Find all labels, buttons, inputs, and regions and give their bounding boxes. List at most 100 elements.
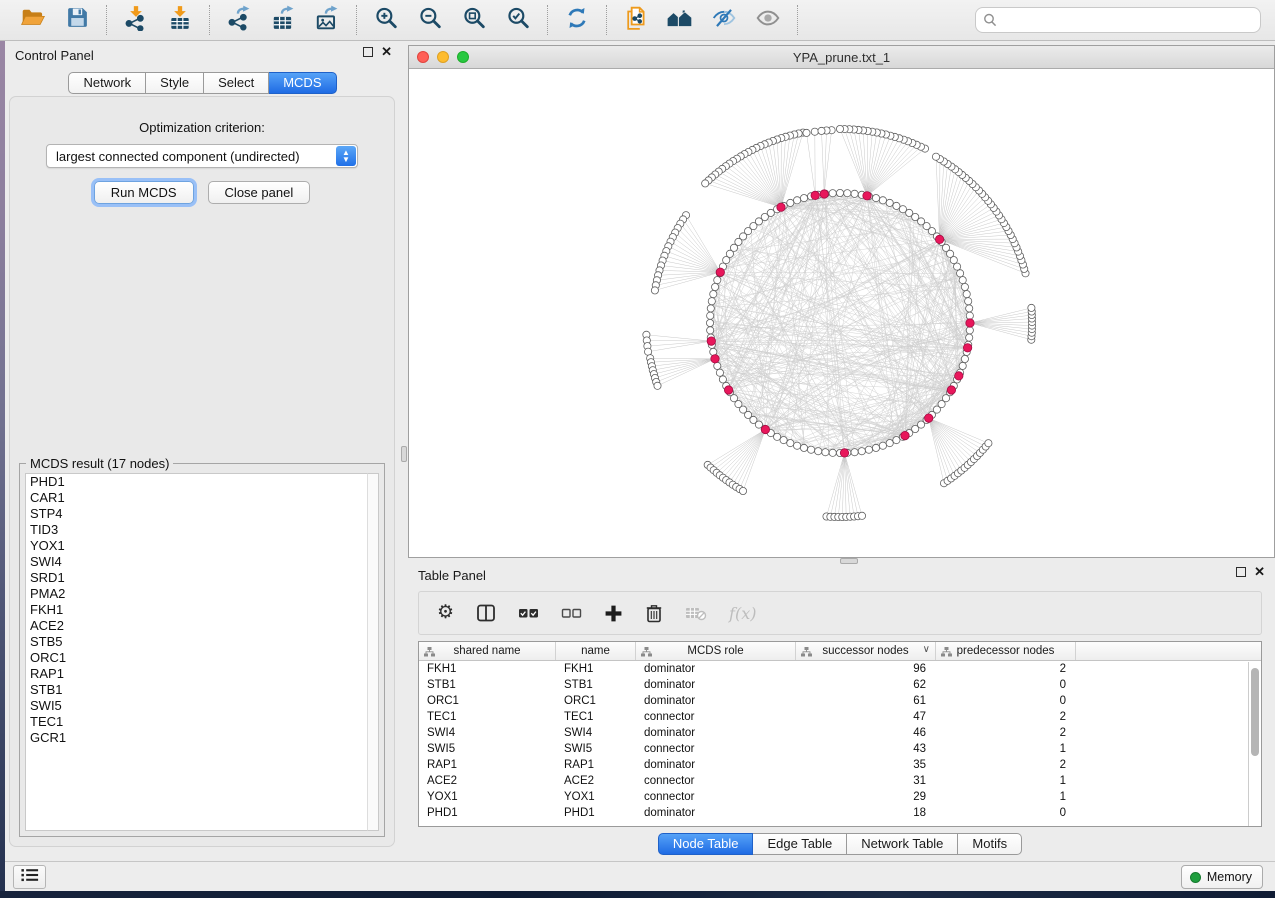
table-row[interactable]: FKH1FKH1dominator962	[419, 661, 1261, 677]
zoom-selected-button[interactable]	[502, 4, 534, 36]
close-panel-button[interactable]: Close panel	[208, 181, 311, 204]
table-cell[interactable]: STB1	[419, 677, 556, 693]
table-cell[interactable]: dominator	[636, 677, 796, 693]
delete-column-icon[interactable]	[645, 603, 663, 623]
mcds-result-item[interactable]: PHD1	[26, 474, 378, 490]
table-cell[interactable]: dominator	[636, 661, 796, 677]
network-window-titlebar[interactable]: YPA_prune.txt_1	[409, 46, 1274, 69]
mcds-result-scrollbar[interactable]	[367, 473, 379, 831]
table-cell[interactable]: 2	[936, 757, 1076, 773]
tab-node-table[interactable]: Node Table	[658, 833, 754, 855]
table-cell[interactable]: dominator	[636, 725, 796, 741]
table-cell[interactable]: PHD1	[419, 805, 556, 821]
table-row[interactable]: STB1STB1dominator620	[419, 677, 1261, 693]
table-cell[interactable]: dominator	[636, 805, 796, 821]
mcds-result-item[interactable]: SWI5	[26, 698, 378, 714]
mcds-result-item[interactable]: SRD1	[26, 570, 378, 586]
table-scrollbar-thumb[interactable]	[1251, 668, 1259, 756]
column-header-MCDS-role[interactable]: MCDS role	[636, 642, 796, 660]
table-cell[interactable]: RAP1	[419, 757, 556, 773]
tab-motifs[interactable]: Motifs	[958, 833, 1022, 855]
mcds-result-item[interactable]: GCR1	[26, 730, 378, 746]
mcds-result-item[interactable]: SWI4	[26, 554, 378, 570]
mcds-result-item[interactable]: FKH1	[26, 602, 378, 618]
mcds-result-item[interactable]: ORC1	[26, 650, 378, 666]
network-from-file-button[interactable]	[620, 4, 652, 36]
table-cell[interactable]: ORC1	[419, 693, 556, 709]
table-row[interactable]: ORC1ORC1dominator610	[419, 693, 1261, 709]
table-cell[interactable]: 0	[936, 677, 1076, 693]
export-table-button[interactable]	[267, 4, 299, 36]
mcds-result-item[interactable]: STP4	[26, 506, 378, 522]
table-cell[interactable]: ORC1	[556, 693, 636, 709]
table-row[interactable]: ACE2ACE2connector311	[419, 773, 1261, 789]
table-cell[interactable]: 31	[796, 773, 936, 789]
table-cell[interactable]: ACE2	[556, 773, 636, 789]
table-cell[interactable]: FKH1	[419, 661, 556, 677]
table-cell[interactable]: FKH1	[556, 661, 636, 677]
table-cell[interactable]: 1	[936, 789, 1076, 805]
table-cell[interactable]: SWI5	[419, 741, 556, 757]
show-columns-icon[interactable]	[518, 605, 539, 621]
import-table-button[interactable]	[164, 4, 196, 36]
splitter-handle-icon[interactable]	[401, 446, 407, 462]
table-cell[interactable]: 96	[796, 661, 936, 677]
mcds-result-item[interactable]: STB5	[26, 634, 378, 650]
table-row[interactable]: SWI5SWI5connector431	[419, 741, 1261, 757]
mcds-result-item[interactable]: STB1	[26, 682, 378, 698]
table-panel-splitter-handle[interactable]	[840, 558, 858, 564]
table-cell[interactable]: YOX1	[556, 789, 636, 805]
table-cell[interactable]: 61	[796, 693, 936, 709]
tab-network[interactable]: Network	[68, 72, 146, 94]
column-header-successor-nodes[interactable]: successor nodes∨	[796, 642, 936, 660]
mcds-result-item[interactable]: TEC1	[26, 714, 378, 730]
table-cell[interactable]: 0	[936, 805, 1076, 821]
table-cell[interactable]: connector	[636, 709, 796, 725]
run-mcds-button[interactable]: Run MCDS	[94, 181, 194, 204]
search-input[interactable]	[975, 7, 1261, 33]
table-cell[interactable]: 47	[796, 709, 936, 725]
table-cell[interactable]: dominator	[636, 693, 796, 709]
export-network-button[interactable]	[223, 4, 255, 36]
memory-button[interactable]: Memory	[1181, 865, 1263, 889]
table-row[interactable]: YOX1YOX1connector291	[419, 789, 1261, 805]
table-cell[interactable]: 1	[936, 773, 1076, 789]
table-cell[interactable]: 2	[936, 661, 1076, 677]
optimization-criterion-dropdown[interactable]: largest connected component (undirected)…	[46, 144, 358, 168]
mcds-result-item[interactable]: YOX1	[26, 538, 378, 554]
table-cell[interactable]: TEC1	[419, 709, 556, 725]
import-network-button[interactable]	[120, 4, 152, 36]
table-cell[interactable]: STB1	[556, 677, 636, 693]
add-column-icon[interactable]	[604, 604, 623, 623]
table-row[interactable]: PHD1PHD1dominator180	[419, 805, 1261, 821]
table-cell[interactable]: connector	[636, 741, 796, 757]
mcds-result-item[interactable]: RAP1	[26, 666, 378, 682]
apply-layout-button[interactable]	[561, 4, 593, 36]
tab-edge-table[interactable]: Edge Table	[753, 833, 847, 855]
table-cell[interactable]: SWI4	[419, 725, 556, 741]
show-all-button[interactable]	[752, 4, 784, 36]
zoom-in-button[interactable]	[370, 4, 402, 36]
mcds-result-item[interactable]: CAR1	[26, 490, 378, 506]
table-cell[interactable]: 18	[796, 805, 936, 821]
float-table-panel-icon[interactable]	[1236, 567, 1246, 577]
open-file-button[interactable]	[17, 4, 49, 36]
table-cell[interactable]: 46	[796, 725, 936, 741]
float-panel-icon[interactable]	[363, 47, 373, 57]
export-image-button[interactable]	[311, 4, 343, 36]
network-graph[interactable]	[409, 69, 1274, 557]
table-cell[interactable]: TEC1	[556, 709, 636, 725]
mcds-result-item[interactable]: PMA2	[26, 586, 378, 602]
table-cell[interactable]: 43	[796, 741, 936, 757]
table-cell[interactable]: connector	[636, 773, 796, 789]
table-cell[interactable]: RAP1	[556, 757, 636, 773]
tab-select[interactable]: Select	[204, 72, 269, 94]
table-cell[interactable]: 35	[796, 757, 936, 773]
table-cell[interactable]: connector	[636, 789, 796, 805]
task-history-button[interactable]	[13, 865, 46, 889]
table-cell[interactable]: 62	[796, 677, 936, 693]
column-header-name[interactable]: name	[556, 642, 636, 660]
gear-icon[interactable]: ⚙	[437, 603, 454, 623]
table-cell[interactable]: SWI4	[556, 725, 636, 741]
mcds-result-item[interactable]: ACE2	[26, 618, 378, 634]
